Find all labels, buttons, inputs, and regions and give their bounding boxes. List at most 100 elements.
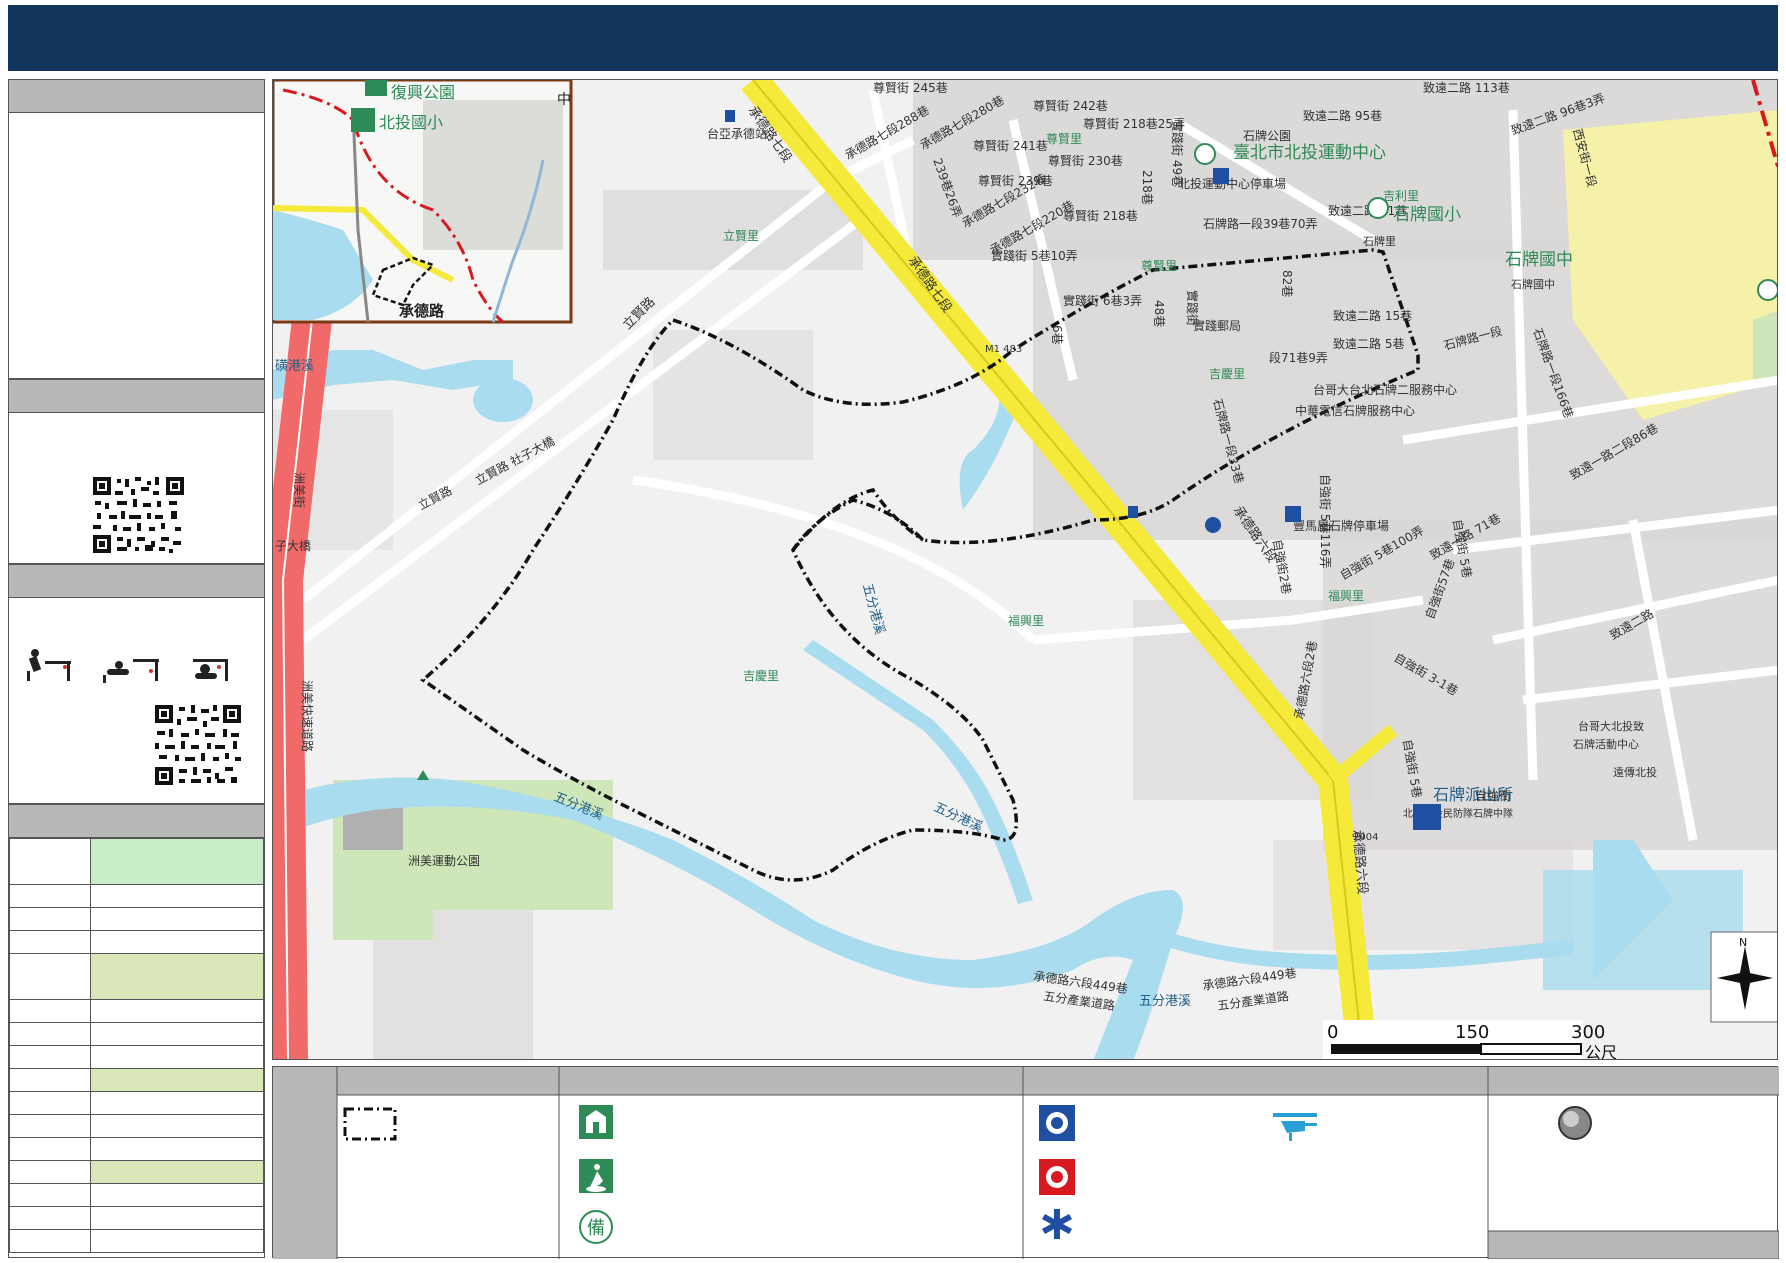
- label-telecom: 台哥大台北石牌二服務中心: [1313, 382, 1457, 397]
- table-row: [9, 838, 264, 885]
- sidebar-table-header: [9, 805, 264, 838]
- info-table: [9, 838, 264, 1253]
- label-shipai-elem: 石牌國小: [1393, 205, 1461, 225]
- medical-icon: [1042, 1209, 1072, 1239]
- table-row: [9, 1206, 264, 1230]
- legend-top-header: [337, 1067, 1779, 1095]
- label-lixian-li: 立賢里: [723, 228, 759, 243]
- label-zunxian-li-2: 尊賢里: [1141, 258, 1177, 273]
- emergency-shelter-icon: [579, 1105, 613, 1139]
- sidebar-qr-block: [8, 379, 265, 564]
- label-zunxian-245: 尊賢街 245巷: [873, 80, 948, 95]
- point-icon: [1558, 1106, 1592, 1140]
- table-row: [9, 953, 264, 1000]
- label-shipai-park: 石牌公園: [1243, 129, 1291, 143]
- label-zhiyuan-113: 致遠二路 113巷: [1423, 80, 1510, 95]
- reserve-shelter-icon[interactable]: [1757, 279, 1778, 301]
- table-row: [9, 999, 264, 1023]
- sidebar-safety-header: [9, 565, 264, 598]
- label-fuxing-park: 復興公園: [391, 83, 455, 102]
- reserve-shelter-icon: 備: [579, 1210, 613, 1244]
- label-zhiqiang-5-116: 自強街 5巷116弄: [1318, 474, 1332, 568]
- sidebar-safety-block: [8, 564, 265, 804]
- helicopter-icon: [1273, 1113, 1317, 1141]
- parking-icon: [1213, 168, 1229, 184]
- label-cht: 中華電信石牌服務中心: [1295, 403, 1415, 418]
- map-svg[interactable]: 復興公園 北投國小 中 承德路 0 150 300 公尺 N 台亞承德站 立賢路…: [273, 80, 1778, 1060]
- scale-mid: 150: [1455, 1022, 1489, 1043]
- sidebar-info-block: [8, 79, 265, 379]
- label-shixian-post: 實踐郵局: [1193, 318, 1241, 333]
- table-row: [9, 1022, 264, 1046]
- table-row: [9, 1114, 264, 1138]
- table-row: [9, 1068, 264, 1092]
- police-station-icon: [1039, 1105, 1075, 1141]
- label-beitou-elem: 北投國小: [379, 113, 443, 132]
- label-zhoumei-park: 洲美運動公園: [408, 854, 480, 868]
- evacuation-area-icon: [579, 1159, 613, 1193]
- label-stadium: 臺北市北投運動中心: [1233, 143, 1386, 163]
- study-area-legend-icon: [343, 1107, 397, 1141]
- label-fuxing-li-ne: 福興里: [1328, 588, 1364, 603]
- highway-marker-icon: [1205, 517, 1221, 533]
- legend-side-header: [273, 1067, 337, 1259]
- sidebar-qr-header: [9, 380, 264, 413]
- label-shixian-6-3: 實踐街 6巷3弄: [1063, 293, 1142, 308]
- label-zunxian-230: 尊賢街 230巷: [1048, 153, 1123, 168]
- label-shipai-39-70: 石牌路一段39巷70弄: [1203, 216, 1318, 231]
- qr-code-2[interactable]: [153, 703, 243, 787]
- label-jiqing-li-2: 吉慶里: [743, 669, 779, 683]
- legend-panel: 備: [272, 1066, 1780, 1260]
- north-label: N: [1739, 936, 1747, 949]
- label-zunxian-218-v: 218巷: [1140, 170, 1154, 205]
- label-zhoumei-jie: 洲美街: [292, 472, 306, 508]
- drop-cover-hold-icon: [27, 649, 228, 683]
- label-shipai-71-9: 段71巷9弄: [1269, 350, 1328, 365]
- label-yuan-bei: 遠傳北投: [1613, 765, 1657, 779]
- label-zhiyuan-5: 致遠二路 5巷: [1333, 336, 1404, 351]
- header-bar: [8, 5, 1778, 71]
- label-zhong: 中: [557, 92, 571, 108]
- qr-code-1[interactable]: [91, 475, 186, 555]
- table-row: [9, 1160, 264, 1184]
- label-parking-shipai: 豐馬屋石牌停車場: [1293, 518, 1389, 533]
- label-fuxing-li: 福興里: [1008, 613, 1044, 628]
- table-row: [9, 1183, 264, 1207]
- parking-icon: [1285, 506, 1301, 522]
- label-stadium-parking: 北投運動中心停車場: [1178, 176, 1286, 191]
- label-zunxian-li: 尊賢里: [1046, 131, 1082, 146]
- label-zunxian-242: 尊賢街 242巷: [1033, 98, 1108, 113]
- label-zhiyuan-95: 致遠二路 95巷: [1303, 108, 1382, 123]
- police-station-icon[interactable]: [1413, 804, 1441, 830]
- scale-zero: 0: [1327, 1022, 1338, 1043]
- label-shixian-48: 48巷: [1152, 300, 1166, 327]
- label-jili-li: 吉利里: [1383, 189, 1419, 203]
- table-row: [9, 930, 264, 954]
- label-jiqing-li: 吉慶里: [1209, 367, 1245, 381]
- label-chengde-rd-inset: 承德路: [399, 302, 445, 320]
- label-zunxian-218: 尊賢街 218巷: [1063, 208, 1138, 223]
- svg-text:備: 備: [587, 1218, 605, 1239]
- sidebar-info-header: [9, 80, 264, 113]
- label-zunxian-239: 尊賢街 239巷: [978, 173, 1053, 188]
- map-canvas[interactable]: 復興公園 北投國小 中 承德路 0 150 300 公尺 N 台亞承德站 立賢路…: [272, 79, 1778, 1060]
- reserve-shelter-icon[interactable]: [1194, 143, 1216, 165]
- scale-unit: 公尺: [1585, 1043, 1617, 1060]
- label-shezi-bridge: 子大橋: [275, 539, 311, 553]
- label-shipai-center: 石牌活動中心: [1573, 737, 1639, 751]
- fire-station-icon: [1039, 1159, 1075, 1195]
- label-wufen-creek-4: 五分港溪: [1139, 994, 1191, 1009]
- label-taiwan-da: 台哥大北投致: [1578, 719, 1644, 733]
- reserve-shelter-icon[interactable]: [1367, 197, 1389, 219]
- table-row: [9, 907, 264, 931]
- label-shixian-6: 6巷: [1050, 325, 1064, 345]
- sidebar-table-block: [8, 804, 265, 1258]
- scale-bar: 0 150 300 公尺: [1323, 1020, 1617, 1060]
- label-zhiqiang-jie: 自強街: [1475, 789, 1511, 803]
- label-shixian-5-10: 實踐街 5巷10弄: [991, 248, 1078, 263]
- table-row: [9, 1137, 264, 1161]
- gas-station-icon: [725, 110, 735, 122]
- table-row: [9, 1229, 264, 1253]
- label-zhiyuan-15: 致遠二路 15巷: [1333, 308, 1412, 323]
- table-row: [9, 884, 264, 908]
